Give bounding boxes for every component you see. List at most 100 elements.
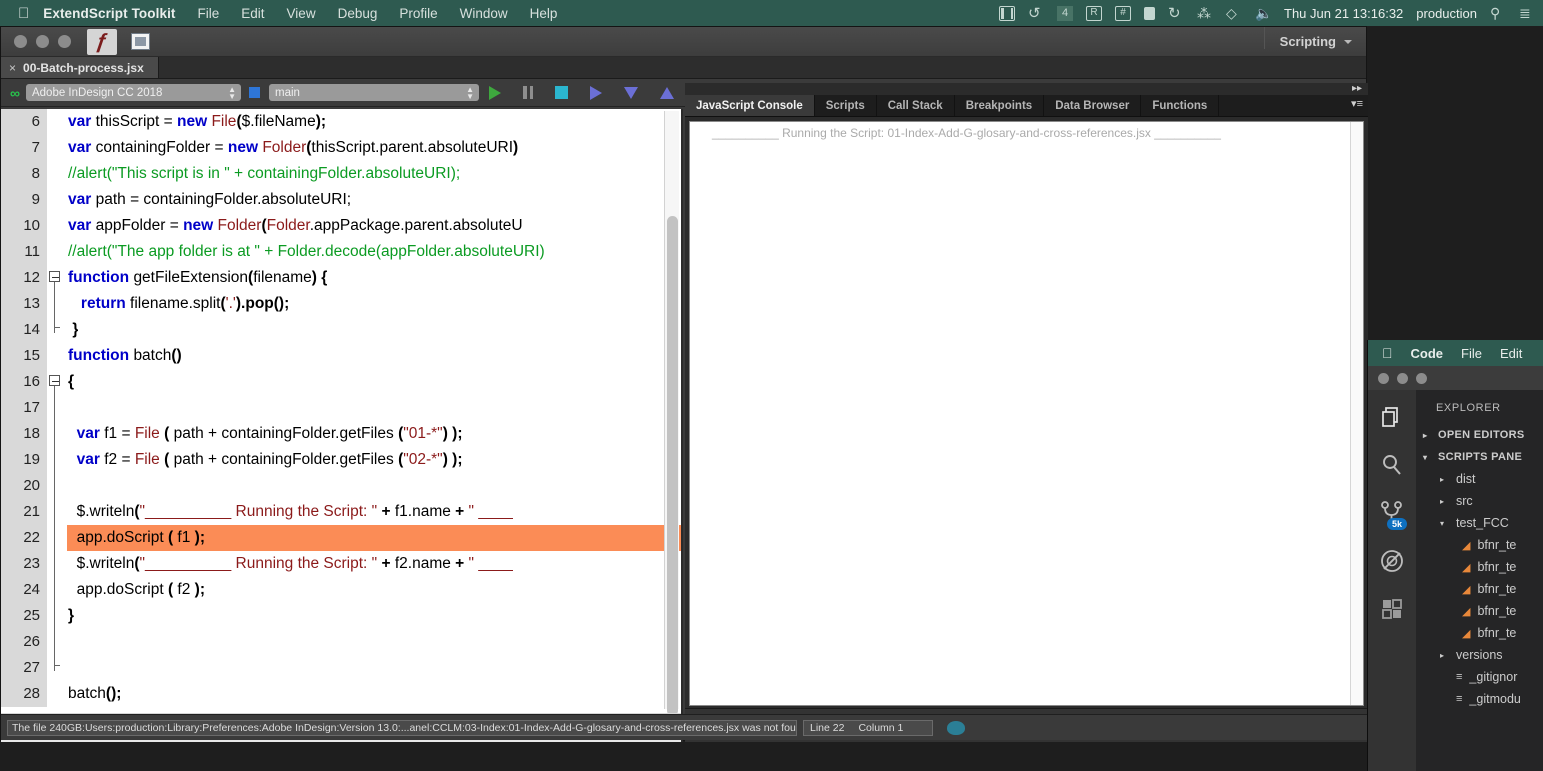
apple-logo-icon[interactable]:  (18, 6, 29, 21)
menu-clock[interactable]: Thu Jun 21 13:16:32 (1284, 6, 1403, 21)
code-line[interactable]: 21 $.writeln("__________ Running the Scr… (1, 499, 681, 525)
fold-column[interactable] (47, 369, 67, 395)
connection-chain-icon[interactable]: ∞ (10, 85, 20, 101)
fold-column[interactable] (47, 291, 67, 317)
editor-vertical-scrollbar[interactable] (664, 111, 679, 716)
notification-center-icon[interactable]: ≣ (1519, 5, 1535, 21)
menu-item-debug[interactable]: Debug (338, 6, 378, 21)
run-debug-icon[interactable] (1379, 548, 1405, 574)
document-tab[interactable]: × 00-Batch-process.jsx (1, 57, 159, 78)
tab-javascript-console[interactable]: JavaScript Console (685, 95, 815, 116)
workspace-selector[interactable]: Scripting (1263, 27, 1352, 49)
fold-column[interactable] (47, 681, 67, 707)
menu-username[interactable]: production (1416, 6, 1477, 21)
explorer-files-icon[interactable] (1379, 404, 1405, 430)
fold-column[interactable] (47, 551, 67, 577)
code-line[interactable]: 7 var containingFolder = new Folder(thisS… (1, 135, 681, 161)
fold-column[interactable] (47, 109, 67, 135)
extendscript-icon[interactable]: ƒ (87, 28, 117, 55)
code-editor[interactable]: 6 var thisScript = new File($.fileName); 7… (1, 109, 683, 742)
minimize-button[interactable] (36, 35, 49, 48)
code-line[interactable]: 15 function batch() (1, 343, 681, 369)
menu-item-profile[interactable]: Profile (399, 6, 437, 21)
code-line[interactable]: 20 (1, 473, 681, 499)
apple-logo-icon[interactable]:  (1382, 345, 1393, 361)
fold-column[interactable] (47, 239, 67, 265)
panel-options-icon[interactable]: ▾≡ (1351, 99, 1363, 110)
vscode-menu-file[interactable]: File (1461, 346, 1482, 361)
tree-item[interactable]: ◢ bfnr_te (1416, 578, 1543, 600)
fold-column[interactable] (47, 603, 67, 629)
menu-app-name[interactable]: ExtendScript Toolkit (43, 6, 175, 21)
file-tree[interactable]: ▸ dist ▸ src ▾ test_FCC ◢ bfnr_te ◢ bfnr_te ◢ bfnr_… (1416, 468, 1543, 710)
tree-item[interactable]: ◢ bfnr_te (1416, 534, 1543, 556)
code-line[interactable]: 16 { (1, 369, 681, 395)
tree-item[interactable]: ▸ versions (1416, 644, 1543, 666)
tab-call-stack[interactable]: Call Stack (877, 95, 955, 116)
section-open-editors[interactable]: ▸ OPEN EDITORS (1416, 424, 1543, 446)
fold-column[interactable] (47, 525, 67, 551)
pause-button[interactable] (523, 86, 533, 99)
code-line[interactable]: 8 //alert("This script is in " + containi… (1, 161, 681, 187)
zoom-button[interactable] (1416, 372, 1427, 384)
tree-item[interactable]: ◢ bfnr_te (1416, 600, 1543, 622)
extensions-icon[interactable] (1379, 596, 1405, 622)
vscode-menu-edit[interactable]: Edit (1500, 346, 1522, 361)
fold-column[interactable] (47, 317, 67, 343)
code-line[interactable]: 6 var thisScript = new File($.fileName); (1, 109, 681, 135)
code-line[interactable]: 22 app.doScript ( f1 ); (1, 525, 681, 551)
tree-item[interactable]: ≡ _gitignor (1416, 666, 1543, 688)
code-line[interactable]: 9 var path = containingFolder.absoluteURI… (1, 187, 681, 213)
menu-item-file[interactable]: File (198, 6, 220, 21)
menu-item-edit[interactable]: Edit (241, 6, 264, 21)
fold-column[interactable] (47, 577, 67, 603)
tab-breakpoints[interactable]: Breakpoints (955, 95, 1045, 116)
function-scope-select[interactable]: main ▲ ▼ (268, 84, 479, 101)
menu-item-view[interactable]: View (287, 6, 316, 21)
scrollbar-thumb[interactable] (667, 216, 678, 716)
expand-panel-icon[interactable]: ▸▸ (1352, 83, 1362, 94)
spotlight-search-icon[interactable]: ⚲ (1490, 5, 1506, 21)
code-line[interactable]: 27 (1, 655, 681, 681)
fold-column[interactable] (47, 499, 67, 525)
volume-icon[interactable]: 🔈 (1255, 5, 1272, 21)
console-scrollbar[interactable] (1350, 122, 1363, 705)
stop-button[interactable] (555, 86, 568, 99)
code-line[interactable]: 17 (1, 395, 681, 421)
code-line[interactable]: 26 (1, 629, 681, 655)
code-lines-container[interactable]: 6 var thisScript = new File($.fileName); 7… (1, 109, 681, 711)
code-line[interactable]: 19 var f2 = File ( path + containingFold… (1, 447, 681, 473)
fold-column[interactable] (47, 447, 67, 473)
fold-column[interactable] (47, 421, 67, 447)
tree-item[interactable]: ◢ bfnr_te (1416, 556, 1543, 578)
minimize-button[interactable] (1397, 372, 1408, 384)
tree-item[interactable]: ▸ src (1416, 490, 1543, 512)
run-button[interactable] (489, 85, 501, 100)
menu-item-help[interactable]: Help (530, 6, 558, 21)
fold-collapse-icon[interactable] (49, 271, 60, 282)
tree-item[interactable]: ≡ _gitmodu (1416, 688, 1543, 710)
code-line[interactable]: 23 $.writeln("__________ Running the Scr… (1, 551, 681, 577)
vscode-title-bar[interactable] (1368, 366, 1543, 390)
window-layout-icon[interactable] (125, 29, 155, 55)
step-out-button[interactable] (660, 86, 674, 99)
code-line[interactable]: 10 var appFolder = new Folder(Folder.appP… (1, 213, 681, 239)
tab-scripts[interactable]: Scripts (815, 95, 877, 116)
tab-data-browser[interactable]: Data Browser (1044, 95, 1142, 116)
fold-column[interactable] (47, 213, 67, 239)
film-strip-icon[interactable] (999, 5, 1016, 21)
section-scripts-panel[interactable]: ▾ SCRIPTS PANE (1416, 446, 1543, 468)
time-machine-icon[interactable]: ↺ (1028, 6, 1044, 21)
fold-column[interactable] (47, 629, 67, 655)
javascript-console-output[interactable]: __________ Running the Script: 01-Index-… (689, 121, 1364, 706)
code-line[interactable]: 25} (1, 603, 681, 629)
estk-title-bar[interactable]: ƒ Scripting (1, 27, 1366, 57)
close-button[interactable] (1378, 372, 1389, 384)
code-line[interactable]: 13 return filename.split('.').pop(); (1, 291, 681, 317)
grid-icon[interactable]: # (1115, 5, 1132, 21)
source-control-icon[interactable]: 5k (1379, 500, 1407, 530)
menu-item-window[interactable]: Window (460, 6, 508, 21)
fold-column[interactable] (47, 265, 67, 291)
four-badge-icon[interactable]: 4 (1057, 5, 1074, 21)
code-line[interactable]: 18 var f1 = File ( path + containingFold… (1, 421, 681, 447)
